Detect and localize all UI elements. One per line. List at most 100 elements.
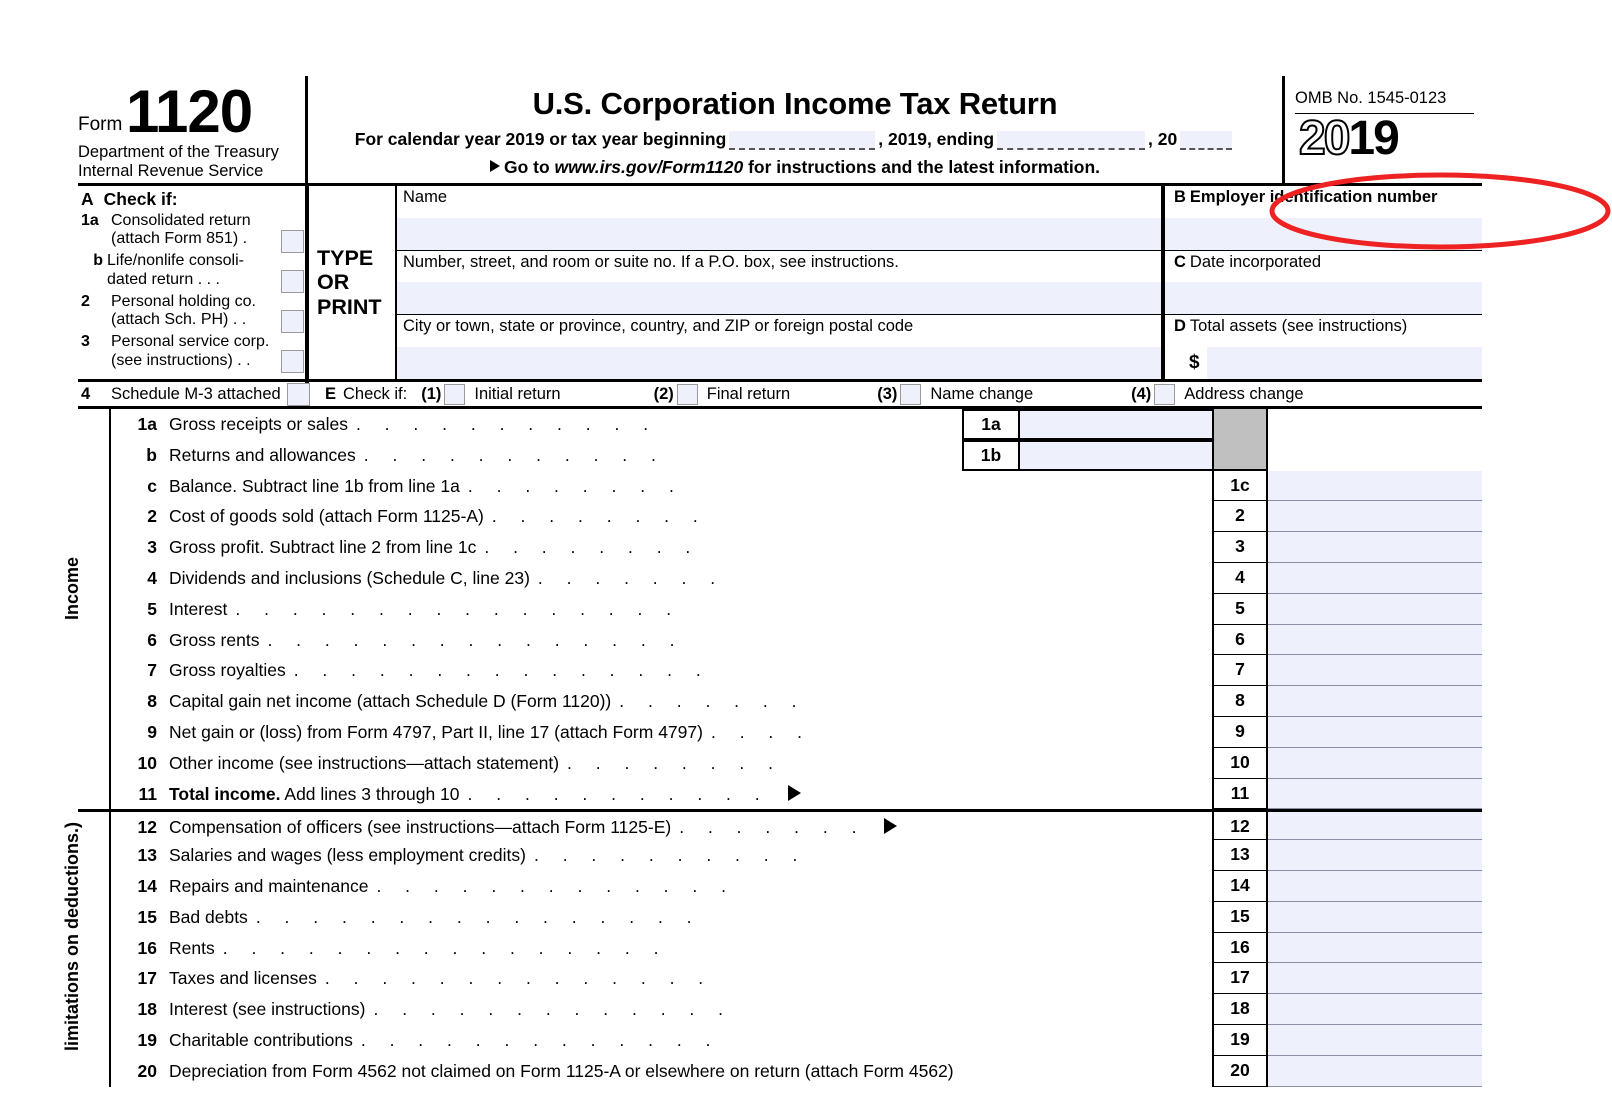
amount-input[interactable] bbox=[1268, 470, 1482, 502]
checkbox-name-change[interactable] bbox=[900, 383, 922, 405]
amount-input[interactable] bbox=[1268, 501, 1482, 533]
mid-amount-input[interactable] bbox=[1020, 441, 1212, 469]
amount-input[interactable] bbox=[1268, 686, 1482, 717]
tax-year-ending-yy-input[interactable] bbox=[1180, 130, 1233, 150]
line-description: Rents . . . . . . . . . . . . . . . . bbox=[169, 933, 962, 964]
tax-year-display: 2019 bbox=[1295, 114, 1482, 164]
amount-input[interactable] bbox=[1268, 747, 1482, 779]
amount-input[interactable] bbox=[1268, 963, 1482, 995]
section-a-checkboxes: A Check if: 1a Consolidated return (attac… bbox=[78, 186, 305, 379]
street-input[interactable] bbox=[397, 282, 1161, 315]
right-line-number: 18 bbox=[1212, 994, 1268, 1025]
mid-spacer bbox=[962, 902, 1212, 933]
line-number: 8 bbox=[147, 691, 157, 712]
amount-input[interactable] bbox=[1268, 655, 1482, 687]
ein-input[interactable] bbox=[1165, 217, 1482, 250]
checkbox-personal-holding-co[interactable] bbox=[281, 310, 304, 333]
mid-spacer bbox=[962, 1025, 1212, 1056]
city-input[interactable] bbox=[397, 347, 1161, 380]
line-text: Depreciation from Form 4562 not claimed … bbox=[169, 1060, 954, 1081]
mid-spacer bbox=[962, 871, 1212, 902]
right-line-number: 12 bbox=[1212, 812, 1268, 841]
form-title-block: U.S. Corporation Income Tax Return For c… bbox=[305, 76, 1282, 183]
amount-input[interactable] bbox=[1268, 1055, 1482, 1087]
amount-input[interactable] bbox=[1268, 562, 1482, 594]
checkbox-life-nonlife-consolidated[interactable] bbox=[281, 270, 304, 293]
mid-entry-box[interactable]: 1a bbox=[962, 409, 1212, 440]
right-line-number: 7 bbox=[1212, 655, 1268, 687]
amount-input[interactable] bbox=[1268, 840, 1482, 871]
amount-input[interactable] bbox=[1268, 716, 1482, 748]
mid-spacer bbox=[962, 840, 1212, 871]
line-description: Bad debts . . . . . . . . . . . . . . . . bbox=[169, 902, 962, 933]
name-field-cell[interactable]: Name bbox=[397, 186, 1161, 251]
line-number: 7 bbox=[147, 660, 157, 681]
table-row: 20 Depreciation from Form 4562 not claime… bbox=[78, 1055, 1482, 1087]
date-incorporated-input[interactable] bbox=[1165, 282, 1482, 315]
line-text-bold: Total income. bbox=[169, 783, 281, 804]
table-row: 19 Charitable contributions . . . . . . . … bbox=[78, 1024, 1482, 1056]
section-gutter bbox=[78, 593, 111, 625]
irs-form-url-link[interactable]: www.irs.gov/Form1120 bbox=[555, 157, 744, 177]
amount-input[interactable] bbox=[1268, 624, 1482, 656]
amount-input[interactable] bbox=[1268, 532, 1482, 563]
mid-amount-input[interactable] bbox=[1020, 411, 1212, 438]
city-field-cell[interactable]: City or town, state or province, country… bbox=[397, 315, 1161, 380]
line-text: Capital gain net income (attach Schedule… bbox=[169, 691, 612, 712]
tax-year-ending-input[interactable] bbox=[997, 130, 1146, 150]
amount-input[interactable] bbox=[1268, 778, 1482, 810]
line-text: Gross profit. Subtract line 2 from line … bbox=[169, 537, 477, 558]
amount-input[interactable] bbox=[1268, 1024, 1482, 1056]
checkbox-initial-return[interactable] bbox=[444, 383, 466, 405]
checkbox-final-return[interactable] bbox=[676, 383, 698, 405]
amount-input[interactable] bbox=[1268, 901, 1482, 933]
a3-line1: Personal service corp. bbox=[111, 333, 270, 351]
line-text: Net gain or (loss) from Form 4797, Part … bbox=[169, 721, 703, 742]
right-line-number: 2 bbox=[1212, 501, 1268, 533]
omb-year-block: OMB No. 1545-0123 2019 bbox=[1282, 76, 1482, 183]
table-row: 5 Interest . . . . . . . . . . . . . . . .… bbox=[78, 593, 1482, 625]
checkbox-consolidated-return[interactable] bbox=[281, 230, 304, 253]
table-row: 1a Gross receipts or sales . . . . . . . .… bbox=[78, 409, 1482, 440]
checkbox-schedule-m3-attached[interactable] bbox=[286, 382, 310, 406]
line-description: Gross royalties . . . . . . . . . . . . .… bbox=[169, 655, 962, 686]
mid-spacer bbox=[962, 933, 1212, 964]
table-row: c Balance. Subtract line 1b from line 1a.… bbox=[78, 470, 1482, 502]
line-description: Returns and allowances . . . . . . . . . … bbox=[169, 440, 962, 471]
section-e-options: E Check if: (1) Initial return (2) Final… bbox=[305, 382, 1482, 406]
form-page: Form 1120 Department of the Treasury Int… bbox=[0, 0, 1612, 1118]
leader-dots: . . . . . . . . . . . . . . . bbox=[293, 660, 711, 681]
a1b-line1: Life/nonlife consoli- bbox=[107, 252, 244, 270]
form-header: Form 1120 Department of the Treasury Int… bbox=[78, 76, 1482, 183]
section-a-item-2: 2 Personal holding co. (attach Sch. PH) … bbox=[78, 293, 305, 329]
name-input[interactable] bbox=[397, 217, 1161, 250]
ein-field-cell[interactable]: B Employer identification number bbox=[1165, 186, 1482, 251]
checkbox-personal-service-corp[interactable] bbox=[281, 350, 304, 373]
section-a-item-3: 3 Personal service corp. (see instructio… bbox=[78, 333, 305, 369]
right-line-number: 19 bbox=[1212, 1024, 1268, 1056]
table-row: limitations on deductions.) 15 Bad debts . … bbox=[62, 822, 1482, 1051]
table-row: 16 Rents . . . . . . . . . . . . . . . . 1… bbox=[78, 932, 1482, 964]
a3-dots: . . bbox=[237, 351, 251, 369]
calendar-year-suffix: , 20 bbox=[1148, 128, 1178, 149]
date-incorporated-cell[interactable]: C Date incorporated bbox=[1165, 251, 1482, 316]
amount-input[interactable] bbox=[1268, 870, 1482, 902]
amount-input[interactable] bbox=[1268, 932, 1482, 964]
line-text: Rents bbox=[169, 937, 215, 958]
amount-input[interactable] bbox=[1268, 593, 1482, 625]
a2-text: Personal holding co. (attach Sch. PH) . … bbox=[111, 293, 305, 329]
checkbox-address-change[interactable] bbox=[1154, 383, 1176, 405]
tax-year-beginning-input[interactable] bbox=[729, 130, 876, 150]
amount-input[interactable] bbox=[1268, 812, 1482, 841]
total-assets-cell[interactable]: D Total assets (see instructions) $ bbox=[1165, 315, 1482, 380]
section-e-option-1: (1) Initial return bbox=[421, 383, 561, 405]
amount-input[interactable] bbox=[1268, 994, 1482, 1025]
right-line-number: 11 bbox=[1212, 778, 1268, 810]
a1a-text: Consolidated return (attach Form 851) . bbox=[111, 212, 305, 248]
mid-entry-box[interactable]: 1b bbox=[962, 439, 1212, 471]
goto-instructions-line: Go to www.irs.gov/Form1120 for instructi… bbox=[308, 157, 1282, 178]
street-field-cell[interactable]: Number, street, and room or suite no. If… bbox=[397, 251, 1161, 316]
leader-dots: . . . . . . . . . . . . . bbox=[373, 999, 733, 1020]
line-number: b bbox=[146, 444, 157, 465]
line-description: Cost of goods sold (attach Form 1125-A).… bbox=[169, 501, 962, 532]
